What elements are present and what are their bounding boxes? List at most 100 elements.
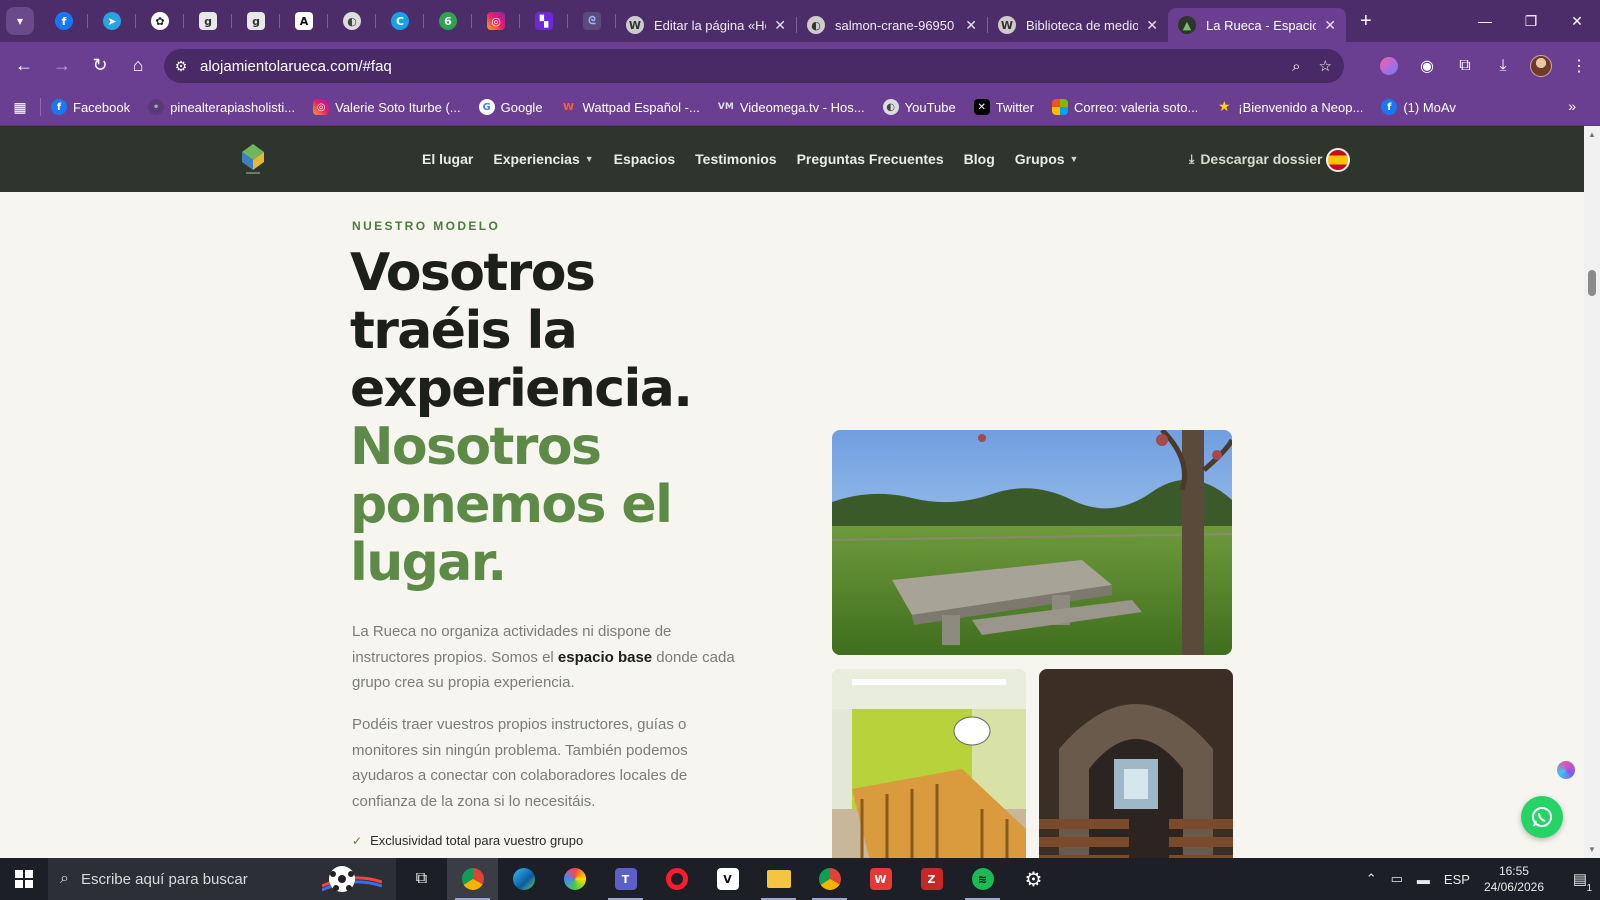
scroll-up-arrow-icon[interactable]: ▲ — [1588, 130, 1596, 139]
home-button[interactable]: ⌂ — [120, 48, 156, 84]
tab-biblioteca-medios[interactable]: W Biblioteca de medios ✕ — [988, 8, 1168, 42]
nav-grupos[interactable]: Grupos ▼ — [1015, 151, 1079, 167]
network-icon[interactable]: ▭ — [1391, 871, 1403, 887]
windows-start-button[interactable] — [0, 858, 48, 900]
pinned-tab-grey[interactable]: ᘓ — [568, 0, 616, 42]
pinned-tab-make[interactable]: ▚ — [520, 0, 568, 42]
taskbar-file-explorer-app[interactable] — [753, 858, 804, 900]
notification-center-button[interactable]: ▤ 1 — [1560, 858, 1600, 900]
close-icon[interactable]: ✕ — [1324, 17, 1336, 34]
more-bookmarks-icon[interactable]: » — [1568, 98, 1576, 114]
copilot-extension-icon[interactable] — [1376, 53, 1402, 79]
page-scrollbar[interactable]: ▲ ▼ — [1584, 126, 1600, 858]
pinned-tab-globe[interactable]: ◐ — [328, 0, 376, 42]
nav-testimonios[interactable]: Testimonios — [695, 151, 776, 167]
extensions-puzzle-icon[interactable]: ⧉ — [1452, 53, 1478, 79]
taskbar-v-app[interactable]: V — [702, 858, 753, 900]
bookmark-moav[interactable]: f (1) MoAv — [1381, 99, 1456, 115]
bookmark-correo[interactable]: Correo: valeria soto... — [1052, 99, 1198, 115]
bookmark-youtube[interactable]: ◐ YouTube — [882, 99, 956, 115]
tab-la-rueca[interactable]: ▲ La Rueca - Espacio p ✕ — [1168, 8, 1346, 42]
taskbar-paint-app[interactable] — [549, 858, 600, 900]
bookmark-instagram[interactable]: ◎ Valerie Soto Iturbe (... — [313, 99, 461, 115]
bookmark-label: Facebook — [73, 99, 131, 115]
taskbar-chrome-app[interactable] — [447, 858, 498, 900]
globe-icon: ◐ — [882, 99, 899, 115]
taskbar-settings-app[interactable]: ⚙ — [1008, 858, 1059, 900]
bookmark-neopets[interactable]: ★ ¡Bienvenido a Neop... — [1216, 99, 1363, 115]
zoom-icon[interactable]: ⌕ — [1292, 58, 1300, 75]
bookmark-twitter[interactable]: ✕ Twitter — [973, 99, 1034, 115]
whatsapp-chat-button[interactable] — [1521, 796, 1563, 838]
minimize-icon[interactable]: — — [1462, 0, 1508, 42]
tab-search-button[interactable]: ▾ — [6, 7, 34, 35]
bookmark-star-icon[interactable]: ☆ — [1319, 57, 1332, 75]
address-bar[interactable]: ⚙ alojamientolarueca.com/#faq ⌕ ☆ — [164, 49, 1344, 83]
close-icon[interactable]: ✕ — [965, 17, 977, 34]
headline-line-accent: Nosotros — [350, 417, 602, 477]
download-dossier-link[interactable]: ⤓ Descargar dossier — [1189, 126, 1323, 192]
nav-label: Experiencias — [493, 151, 580, 167]
menu-kebab-icon[interactable]: ⋮ — [1566, 53, 1592, 79]
pinned-tab-facebook[interactable]: f — [40, 0, 88, 42]
apps-grid-icon[interactable]: ▦ — [0, 99, 40, 116]
pinned-tab-chatgpt[interactable]: ✿ — [136, 0, 184, 42]
chevron-up-icon[interactable]: ⌃ — [1366, 871, 1377, 887]
taskbar-edge-app[interactable] — [498, 858, 549, 900]
download-icon: ⤓ — [1189, 151, 1195, 166]
taskbar-opera-app[interactable] — [651, 858, 702, 900]
search-highlight-soccer-ball-icon[interactable] — [322, 864, 382, 894]
bookmark-videomega[interactable]: VM Videomega.tv - Hos... — [718, 99, 865, 115]
scroll-down-arrow-icon[interactable]: ▼ — [1588, 845, 1596, 854]
bookmark-google[interactable]: G Google — [478, 99, 543, 115]
nav-experiencias[interactable]: Experiencias ▼ — [493, 151, 593, 167]
url-text[interactable]: alojamientolarueca.com/#faq — [200, 58, 392, 75]
taskbar-spotify-app[interactable]: ≋ — [957, 858, 1008, 900]
download-icon[interactable]: ⤓ — [1490, 53, 1516, 79]
forward-button[interactable]: → — [44, 48, 80, 84]
close-icon[interactable]: ✕ — [1146, 17, 1158, 34]
restore-icon[interactable]: ❐ — [1508, 0, 1554, 42]
input-language[interactable]: ESP — [1444, 872, 1470, 887]
language-flag-spain-icon[interactable] — [1326, 148, 1350, 172]
microsoft-icon — [1052, 99, 1069, 115]
nav-el-lugar[interactable]: El lugar — [422, 151, 473, 167]
nav-blog[interactable]: Blog — [964, 151, 995, 167]
site-info-icon[interactable]: ⚙ — [164, 58, 198, 75]
taskbar-teams-app[interactable]: T — [600, 858, 651, 900]
back-button[interactable]: ← — [6, 48, 42, 84]
v-letter-icon: V — [716, 868, 739, 890]
nav-preguntas-frecuentes[interactable]: Preguntas Frecuentes — [797, 151, 944, 167]
system-clock[interactable]: 16:55 24/06/2026 — [1484, 863, 1544, 895]
tab-salmon-crane[interactable]: ◐ salmon-crane-96950 ✕ — [797, 8, 987, 42]
pinned-tab-copilot[interactable]: C — [376, 0, 424, 42]
close-icon[interactable]: ✕ — [774, 17, 786, 34]
task-view-icon[interactable]: ⧉ — [396, 858, 447, 900]
nav-espacios[interactable]: Espacios — [614, 151, 675, 167]
close-window-icon[interactable]: ✕ — [1554, 0, 1600, 42]
tab-editar-pagina[interactable]: W Editar la página «Hor ✕ — [616, 8, 796, 42]
profile-avatar[interactable] — [1528, 53, 1554, 79]
taskbar-chrome-profile-app[interactable] — [804, 858, 855, 900]
meadow-stone-table-photo — [832, 430, 1232, 655]
pinned-tab-grammar-2[interactable]: g — [232, 0, 280, 42]
taskbar-search-box[interactable]: ⌕ Escribe aquí para buscar — [48, 858, 396, 900]
taskbar-filezilla-app[interactable]: Z — [906, 858, 957, 900]
pinned-tab-grammar[interactable]: g — [184, 0, 232, 42]
bookmark-facebook[interactable]: f Facebook — [51, 99, 130, 115]
new-tab-button[interactable]: + — [1360, 10, 1372, 33]
battery-icon[interactable]: ▬ — [1417, 872, 1430, 887]
star-icon: ★ — [1218, 99, 1231, 115]
la-rueca-logo[interactable] — [240, 142, 266, 176]
pinned-tab-instagram[interactable]: ◎ — [472, 0, 520, 42]
pinned-tab-six[interactable]: 6 — [424, 0, 472, 42]
pinned-tab-a[interactable]: A — [280, 0, 328, 42]
ai-assistant-widget-icon[interactable] — [1557, 761, 1575, 779]
screenshot-extension-icon[interactable]: ◉ — [1414, 53, 1440, 79]
taskbar-wps-app[interactable]: W — [855, 858, 906, 900]
scrollbar-thumb[interactable] — [1588, 270, 1596, 296]
bookmark-pineal[interactable]: • pinealterapiasholisti... — [148, 99, 295, 115]
reload-button[interactable]: ↻ — [82, 48, 118, 84]
bookmark-wattpad[interactable]: W Wattpad Español -... — [561, 99, 700, 115]
pinned-tab-telegram[interactable]: ➤ — [88, 0, 136, 42]
